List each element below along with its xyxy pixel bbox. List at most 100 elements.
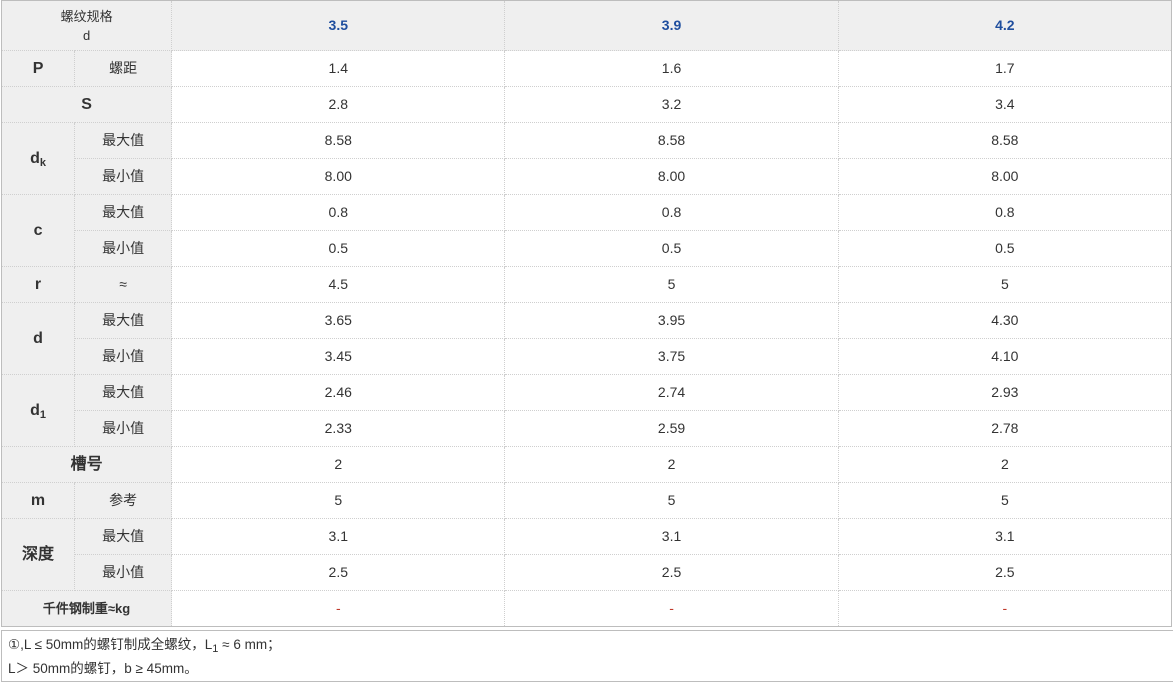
table-cell: 2.5 xyxy=(504,554,839,591)
table-cell: 8.58 xyxy=(837,122,1173,159)
table-row: dk 最大值 8.58 8.58 8.58 xyxy=(0,122,1173,195)
row-sublabel-reference: 参考 xyxy=(74,482,173,519)
corner-line1: 螺纹规格 xyxy=(60,8,113,24)
table-row: c 最大值 0.8 0.8 0.8 xyxy=(0,194,1173,267)
d1-label-base: d xyxy=(30,402,40,419)
row-sublabel-max: 最大值 xyxy=(74,122,173,159)
footnote-text-a: ①,L ≤ 50mm的螺钉制成全螺纹，L xyxy=(8,637,213,652)
table-row: m 参考 5 5 5 xyxy=(0,482,1173,519)
thread-spec-corner: 螺纹规格 d xyxy=(0,0,173,51)
row-label-r: r xyxy=(0,266,76,303)
table-cell: 5 xyxy=(171,482,506,519)
table-cell: 8.58 xyxy=(171,122,506,159)
table-cell: 2.5 xyxy=(837,554,1173,591)
table-row: 最小值 8.00 8.00 8.00 xyxy=(2,158,1173,195)
row-sublabel-max: 最大值 xyxy=(74,302,173,339)
row-label-weight: 千件钢制重≈kg xyxy=(0,590,173,627)
table-cell: 2.8 xyxy=(171,86,506,123)
table-cell: 0.8 xyxy=(171,194,506,231)
table-cell: 4.5 xyxy=(171,266,506,303)
table-cell: 3.4 xyxy=(837,86,1173,123)
table-cell: 2.5 xyxy=(171,554,506,591)
table-cell: 3.1 xyxy=(171,518,506,555)
table-cell: 3.2 xyxy=(504,86,839,123)
table-cell: 1.7 xyxy=(837,50,1173,87)
table-cell: 5 xyxy=(837,266,1173,303)
table-cell: 3.95 xyxy=(504,302,839,339)
table-cell: 8.00 xyxy=(171,158,506,195)
screw-spec-table: 螺纹规格 d 3.5 3.9 4.2 P 螺距 1.4 1.6 1.7 S 2.… xyxy=(0,0,1173,627)
table-row: d 最大值 3.65 3.95 4.30 xyxy=(0,302,1173,375)
dk-label-base: d xyxy=(30,150,40,167)
row-label-dk: dk xyxy=(0,122,76,195)
column-header-2: 3.9 xyxy=(504,0,839,51)
table-cell: - xyxy=(171,590,506,627)
table-row: r ≈ 4.5 5 5 xyxy=(0,266,1173,303)
column-header-1: 3.5 xyxy=(171,0,506,51)
row-sublabel-min: 最小值 xyxy=(74,338,173,375)
row-label-depth: 深度 xyxy=(0,518,76,591)
table-cell: - xyxy=(504,590,839,627)
column-header-3: 4.2 xyxy=(837,0,1173,51)
table-cell: 8.00 xyxy=(504,158,839,195)
row-sublabel-p: 螺距 xyxy=(74,50,173,87)
table-cell: 5 xyxy=(837,482,1173,519)
table-cell: 3.1 xyxy=(504,518,839,555)
row-label-slot-number: 槽号 xyxy=(0,446,173,483)
table-cell: 2.78 xyxy=(837,410,1173,447)
table-row: 深度 最大值 3.1 3.1 3.1 xyxy=(0,518,1173,591)
table-cell: 2 xyxy=(504,446,839,483)
table-cell: 1.6 xyxy=(504,50,839,87)
table-row: 千件钢制重≈kg - - - xyxy=(0,590,1173,627)
table-row: S 2.8 3.2 3.4 xyxy=(0,86,1173,123)
table-cell: 3.75 xyxy=(504,338,839,375)
table-cell: 8.58 xyxy=(504,122,839,159)
table-cell: 3.65 xyxy=(171,302,506,339)
table-cell: 2 xyxy=(171,446,506,483)
table-cell: 0.5 xyxy=(837,230,1173,267)
table-cell: 2.33 xyxy=(171,410,506,447)
table-row: 最小值 2.33 2.59 2.78 xyxy=(2,410,1173,447)
table-cell: 3.45 xyxy=(171,338,506,375)
table-header-row: 螺纹规格 d 3.5 3.9 4.2 xyxy=(0,0,1173,51)
footnote-text-b: ≈ 6 mm； xyxy=(218,637,281,652)
table-cell: 2.74 xyxy=(504,374,839,411)
table-cell: 4.10 xyxy=(837,338,1173,375)
table-row: 最小值 0.5 0.5 0.5 xyxy=(2,230,1173,267)
row-label-p: P xyxy=(0,50,76,87)
row-sublabel-max: 最大值 xyxy=(74,194,173,231)
row-sublabel-approx: ≈ xyxy=(74,266,173,303)
d1-label-subscript: 1 xyxy=(39,409,46,421)
footnote-line-2: L＞ 50mm的螺钉，b ≥ 45mm。 xyxy=(8,661,198,676)
row-label-m: m xyxy=(0,482,76,519)
row-label-d: d xyxy=(0,302,76,375)
table-cell: 2.59 xyxy=(504,410,839,447)
table-cell: 1.4 xyxy=(171,50,506,87)
table-cell: 5 xyxy=(504,266,839,303)
table-row: 最小值 2.5 2.5 2.5 xyxy=(2,554,1173,591)
spec-table-container: 螺纹规格 d 3.5 3.9 4.2 P 螺距 1.4 1.6 1.7 S 2.… xyxy=(0,0,1173,682)
table-cell: 4.30 xyxy=(837,302,1173,339)
row-sublabel-min: 最小值 xyxy=(74,230,173,267)
table-cell: 2.46 xyxy=(171,374,506,411)
row-sublabel-min: 最小值 xyxy=(74,158,173,195)
table-row: P 螺距 1.4 1.6 1.7 xyxy=(0,50,1173,87)
table-cell: 2.93 xyxy=(837,374,1173,411)
table-cell: 0.8 xyxy=(504,194,839,231)
footnote-line-1: ①,L ≤ 50mm的螺钉制成全螺纹，L1 ≈ 6 mm； xyxy=(8,633,1173,657)
row-sublabel-max: 最大值 xyxy=(74,518,173,555)
row-sublabel-min: 最小值 xyxy=(74,410,173,447)
table-row: 槽号 2 2 2 xyxy=(0,446,1173,483)
row-sublabel-max: 最大值 xyxy=(74,374,173,411)
dk-label-subscript: k xyxy=(39,157,46,169)
table-cell: 2 xyxy=(837,446,1173,483)
table-cell: 0.8 xyxy=(837,194,1173,231)
table-row: 最小值 3.45 3.75 4.10 xyxy=(2,338,1173,375)
corner-line2: d xyxy=(82,27,91,43)
table-cell: 8.00 xyxy=(837,158,1173,195)
table-cell: 0.5 xyxy=(171,230,506,267)
table-cell: 5 xyxy=(504,482,839,519)
row-label-s: S xyxy=(0,86,173,123)
row-label-c: c xyxy=(0,194,76,267)
row-label-d1: d1 xyxy=(0,374,76,447)
